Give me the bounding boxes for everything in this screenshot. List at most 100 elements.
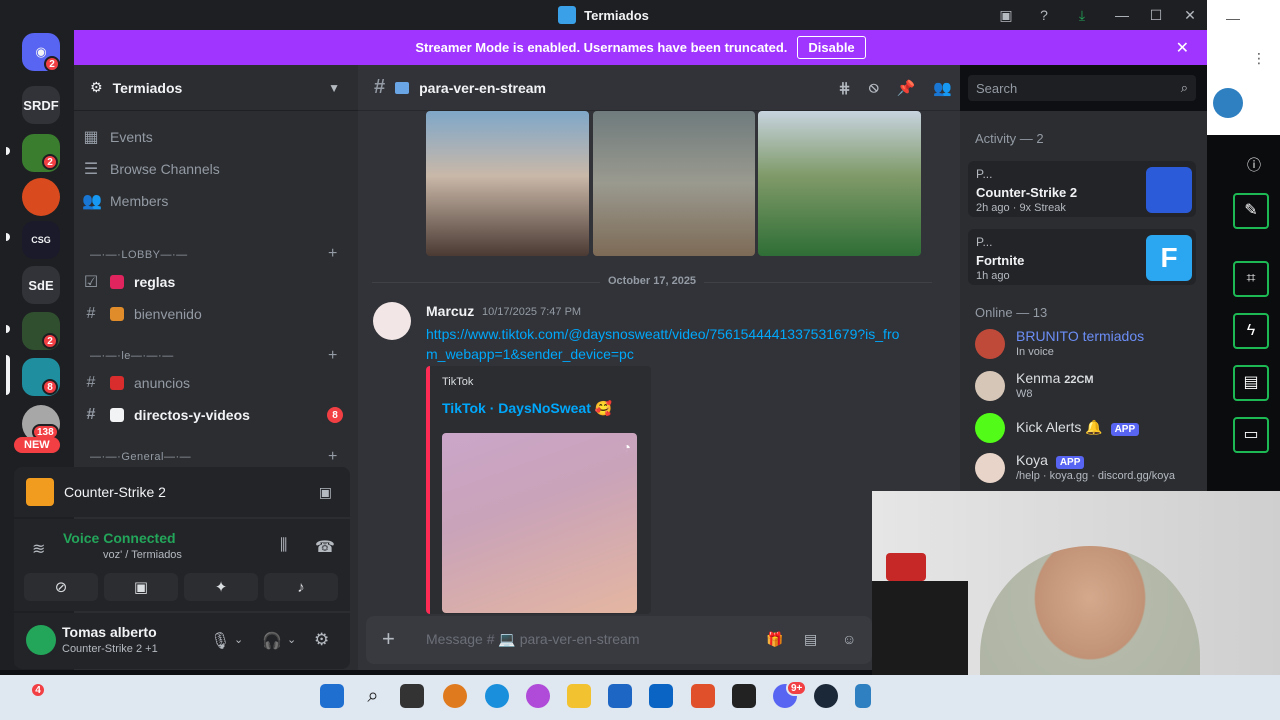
disable-streamer-mode-button[interactable]: Disable — [797, 36, 866, 59]
category-general[interactable]: —·—·General—·— — [90, 451, 191, 463]
steam-icon[interactable] — [814, 684, 838, 708]
help-icon[interactable]: ? — [1034, 5, 1054, 25]
stream-game-icon[interactable]: ▣ — [319, 484, 332, 501]
microphone-icon[interactable]: 🎙 — [210, 631, 230, 651]
message-timestamp: 10/17/2025 7:47 PM — [482, 306, 582, 318]
guild-header[interactable]: ⚙ Termiados ▼ — [74, 65, 358, 111]
message-author[interactable]: Marcuz — [426, 303, 474, 319]
message-input[interactable]: Message # 💻 para-ver-en-stream — [426, 631, 640, 648]
channel-header: # para-ver-en-stream ⋕ ⦸ 📌 👥 — [358, 65, 960, 111]
info-icon[interactable]: ⓘ — [1247, 155, 1261, 175]
channel-anuncios[interactable]: # anuncios — [82, 368, 344, 398]
embed-title[interactable]: TikTok · DaysNoSweat 🥰 — [442, 400, 612, 417]
member-item[interactable]: Kick Alerts 🔔 APP — [975, 411, 1199, 447]
browser-menu-icon[interactable]: ⋮ — [1252, 50, 1266, 67]
file-explorer-icon[interactable] — [567, 684, 591, 708]
threads-icon[interactable]: ⋕ — [838, 79, 851, 97]
server-srdf[interactable]: SRDF — [22, 86, 60, 124]
screen-share-button[interactable]: ▣ — [104, 573, 178, 601]
chevron-down-icon[interactable]: ⌄ — [234, 633, 243, 646]
camera-off-button[interactable]: ⊘ — [24, 573, 98, 601]
server-icon[interactable] — [22, 178, 60, 216]
server-csgo-skins[interactable]: CSG — [22, 221, 60, 259]
app-icon[interactable] — [732, 684, 756, 708]
member-item[interactable]: BRUNITO termiados In voice — [975, 327, 1199, 363]
edge-icon[interactable] — [485, 684, 509, 708]
search-input[interactable]: Search ⌕ — [968, 75, 1196, 101]
activities-button[interactable]: ✦ — [184, 573, 258, 601]
outlook-icon[interactable] — [649, 684, 673, 708]
rules-icon: ☑ — [83, 274, 99, 291]
disconnect-icon[interactable]: ☎ — [315, 537, 335, 557]
search-icon[interactable]: ⌕ — [361, 684, 385, 708]
noise-suppression-icon[interactable]: ⫼ — [280, 537, 287, 555]
member-list-icon[interactable]: 👥 — [933, 79, 952, 97]
activity-card[interactable]: P... Fortnite 1h ago F — [968, 229, 1196, 285]
nav-members[interactable]: 👥 Members — [82, 186, 344, 216]
server-sde[interactable]: SdE — [22, 266, 60, 304]
bolt-icon[interactable]: ϟ — [1233, 313, 1269, 349]
activity-card[interactable]: P... Counter-Strike 2 2h ago · 9x Streak — [968, 161, 1196, 217]
browser-avatar[interactable] — [1213, 88, 1243, 118]
settings-gear-icon[interactable]: ⚙ — [314, 630, 329, 650]
minimize-button[interactable]: — — [1105, 7, 1139, 23]
message-composer[interactable]: + Message # 💻 para-ver-en-stream 🎁 ▤ ☺ — [366, 616, 872, 664]
message-avatar[interactable] — [373, 302, 411, 340]
document-icon[interactable]: ▤ — [1233, 365, 1269, 401]
message-link[interactable]: https://www.tiktok.com/@daysnosweatt/vid… — [426, 324, 906, 364]
brave-icon[interactable] — [691, 684, 715, 708]
attached-image[interactable] — [758, 111, 921, 256]
close-window-button[interactable]: ✕ — [1173, 7, 1207, 24]
title-bar: Termiados ▣ ? ⤓ — ☐ ✕ — [0, 0, 1207, 30]
pin-icon[interactable]: 📌 — [897, 79, 916, 97]
sticker-icon[interactable]: ☺ — [842, 631, 856, 647]
member-item[interactable]: Kenma 22CM W8 — [975, 369, 1199, 405]
emoji-icon — [110, 376, 124, 390]
notifications-off-icon[interactable]: ⦸ — [869, 79, 879, 97]
add-channel-icon[interactable]: + — [328, 448, 337, 466]
user-avatar[interactable] — [26, 625, 56, 655]
channel-directos-y-videos[interactable]: # directos-y-videos — [82, 400, 344, 430]
attached-image[interactable] — [593, 111, 755, 256]
member-item[interactable]: Koya APP /help · koya.gg · discord.gg/ko… — [975, 451, 1199, 487]
voice-status[interactable]: Voice Connected — [63, 530, 176, 546]
attach-plus-icon[interactable]: + — [382, 628, 395, 650]
embed-video[interactable]: ◔ — [442, 433, 637, 613]
add-channel-icon[interactable]: + — [328, 347, 337, 365]
game-activity-panel[interactable]: Counter-Strike 2 ▣ — [14, 467, 350, 517]
nav-browse-channels[interactable]: ☰ Browse Channels — [82, 154, 344, 184]
soundboard-button[interactable]: ♪ — [264, 573, 338, 601]
nav-events[interactable]: ▦ Events — [82, 122, 344, 152]
store-icon[interactable] — [608, 684, 632, 708]
chat-icon[interactable]: ▭ — [1233, 417, 1269, 453]
browser-icon[interactable] — [443, 684, 467, 708]
voice-channel[interactable]: voz' / Termiados — [103, 549, 182, 561]
close-banner-icon[interactable]: ✕ — [1176, 38, 1189, 58]
emoji-icon — [110, 307, 124, 321]
category-second[interactable]: —·—·le—·—·— — [90, 350, 174, 362]
copilot-icon[interactable] — [526, 684, 550, 708]
download-icon[interactable]: ⤓ — [1072, 5, 1092, 25]
hash-icon: # — [86, 374, 96, 391]
online-section-title: Online — 13 — [975, 305, 1048, 320]
signal-icon[interactable]: ≋ — [32, 539, 45, 559]
maximize-button[interactable]: ☐ — [1139, 7, 1173, 24]
channel-reglas[interactable]: ☑ reglas — [82, 267, 344, 297]
channel-bienvenido[interactable]: # bienvenido — [82, 299, 344, 329]
category-lobby[interactable]: —·—·LOBBY—·— — [90, 249, 188, 261]
chevron-down-icon[interactable]: ⌄ — [287, 633, 296, 646]
screen-share-icon[interactable]: ▣ — [996, 5, 1016, 25]
edit-icon[interactable]: ✎ — [1233, 193, 1269, 229]
add-channel-icon[interactable]: + — [328, 245, 337, 263]
attached-image[interactable] — [426, 111, 589, 256]
capture-icon[interactable]: ⌗ — [1233, 261, 1269, 297]
headphones-icon[interactable]: 🎧 — [262, 631, 282, 651]
start-icon[interactable] — [320, 684, 344, 708]
activity-section-title: Activity — 2 — [975, 131, 1044, 146]
app-icon[interactable] — [855, 684, 871, 708]
gif-icon[interactable]: ▤ — [804, 631, 817, 648]
username[interactable]: Tomas alberto — [62, 624, 157, 640]
browser-minimize-icon[interactable]: — — [1226, 10, 1240, 26]
task-view-icon[interactable] — [400, 684, 424, 708]
gift-icon[interactable]: 🎁 — [766, 631, 783, 648]
